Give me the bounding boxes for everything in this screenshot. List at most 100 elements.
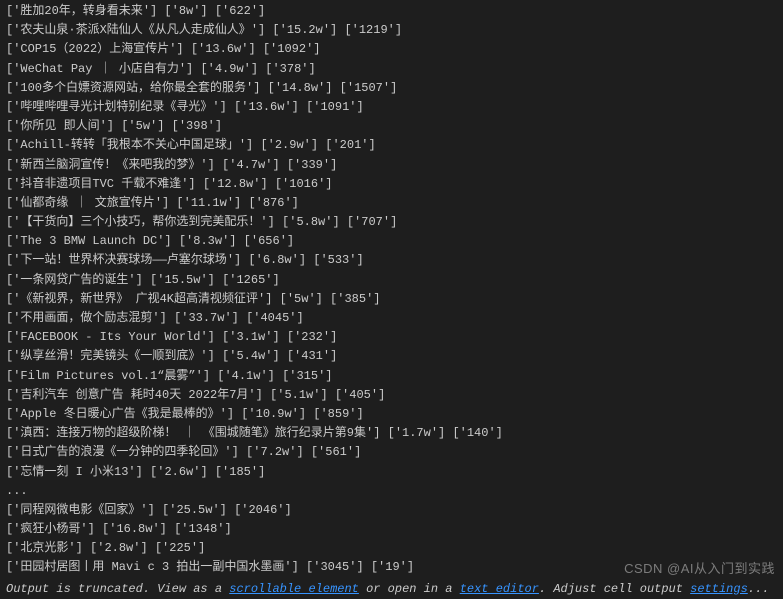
settings-link[interactable]: settings	[690, 582, 748, 596]
title-cell: Film Pictures vol.1“晨雾”	[6, 369, 210, 383]
count-cell: 561	[311, 445, 361, 459]
output-row: 日式广告的浪漫《一分钟的四季轮回》 7.2w 561	[6, 443, 783, 462]
count-cell: 225	[155, 541, 205, 555]
trunc-suf2: ...	[748, 582, 770, 596]
title-cell: 纵享丝滑！完美镜头《一顺到底》	[6, 349, 215, 363]
title-cell: 胜加20年，转身看未来	[6, 4, 157, 18]
output-row: 不用画面，做个励志混剪 33.7w 4045	[6, 309, 783, 328]
title-cell: 疯狂小杨哥	[6, 522, 95, 536]
output-row: Achill-转转「我根本不关心中国足球」 2.9w 201	[6, 136, 783, 155]
count-cell: 405	[335, 388, 385, 402]
count-cell: 1091	[306, 100, 364, 114]
cell-output: 胜加20年，转身看未来 8w 622农夫山泉·茶派X陆仙人《从凡人走成仙人》 1…	[6, 2, 783, 578]
title-cell: 日式广告的浪漫《一分钟的四季轮回》	[6, 445, 239, 459]
title-cell: Apple 冬日暖心广告《我是最棒的》	[6, 407, 234, 421]
count-cell: 385	[330, 292, 380, 306]
count-cell: 1016	[275, 177, 333, 191]
output-row: 胜加20年，转身看未来 8w 622	[6, 2, 783, 21]
views-cell: 15.2w	[272, 23, 337, 37]
views-cell: 2.8w	[90, 541, 148, 555]
title-cell: 仙都奇缘 ｜ 文旅宣传片	[6, 196, 169, 210]
count-cell: 4045	[246, 311, 304, 325]
views-cell: 3.1w	[222, 330, 280, 344]
views-cell: 25.5w	[162, 503, 227, 517]
count-cell: 185	[215, 465, 265, 479]
title-cell: 《新视界，新世界》 广视4K超高清视频征评	[6, 292, 272, 306]
output-row: 你所见 即人间 5w 398	[6, 117, 783, 136]
views-cell: 13.6w	[234, 100, 299, 114]
views-cell: 8.3w	[179, 234, 237, 248]
title-cell: 滇西：连接万物的超级阶梯！ ｜ 《围城随笔》旅行纪录片第9集	[6, 426, 380, 440]
count-cell: 1348	[174, 522, 232, 536]
output-row: 100多个白嫖资源网站，给你最全套的服务 14.8w 1507	[6, 79, 783, 98]
count-cell: 2046	[234, 503, 292, 517]
title-cell: COP15（2022）上海宣传片	[6, 42, 184, 56]
output-row: 抖音非遗项目TVC 千载不难逢 12.8w 1016	[6, 175, 783, 194]
title-cell: Achill-转转「我根本不关心中国足球」	[6, 138, 253, 152]
title-cell: 忘情一刻 I 小米13	[6, 465, 143, 479]
views-cell: 13.6w	[191, 42, 256, 56]
views-cell: 4.7w	[222, 158, 280, 172]
trunc-mid: or open in a	[359, 582, 460, 596]
count-cell: 622	[215, 4, 265, 18]
views-cell: 5w	[280, 292, 323, 306]
output-row: 同程网微电影《回家》 25.5w 2046	[6, 501, 783, 520]
count-cell: 232	[287, 330, 337, 344]
views-cell: 5.8w	[282, 215, 340, 229]
output-row: Apple 冬日暖心广告《我是最棒的》 10.9w 859	[6, 405, 783, 424]
count-cell: 1219	[344, 23, 402, 37]
views-cell: 10.9w	[241, 407, 306, 421]
title-cell: 北京光影	[6, 541, 83, 555]
output-row: 新西兰脑洞宣传！《来吧我的梦》 4.7w 339	[6, 156, 783, 175]
output-row: Film Pictures vol.1“晨雾” 4.1w 315	[6, 367, 783, 386]
title-cell: 同程网微电影《回家》	[6, 503, 155, 517]
scrollable-link[interactable]: scrollable element	[229, 582, 359, 596]
output-row: 田园村居图丨用 Mavi c 3 拍出一副中国水墨画 3045 19	[6, 558, 783, 577]
title-cell: 【干货向】三个小技巧，帮你选到完美配乐！	[6, 215, 275, 229]
views-cell: 15.5w	[150, 273, 215, 287]
output-row: 吉利汽车 创意广告 耗时40天 2022年7月 5.1w 405	[6, 386, 783, 405]
title-cell: 农夫山泉·茶派X陆仙人《从凡人走成仙人》	[6, 23, 265, 37]
title-cell: 下一站！世界杯决赛球场——卢塞尔球场	[6, 253, 241, 267]
count-cell: 140	[452, 426, 502, 440]
count-cell: 398	[172, 119, 222, 133]
output-row: 仙都奇缘 ｜ 文旅宣传片 11.1w 876	[6, 194, 783, 213]
views-cell: 14.8w	[268, 81, 333, 95]
count-cell: 339	[287, 158, 337, 172]
views-cell: 5.1w	[270, 388, 328, 402]
views-cell: 4.9w	[200, 62, 258, 76]
output-row: The 3 BMW Launch DC 8.3w 656	[6, 232, 783, 251]
count-cell: 533	[313, 253, 363, 267]
count-cell: 378	[265, 62, 315, 76]
views-cell: 11.1w	[176, 196, 241, 210]
views-cell: 12.8w	[203, 177, 268, 191]
title-cell: 你所见 即人间	[6, 119, 114, 133]
views-cell: 33.7w	[174, 311, 239, 325]
title-cell: 新西兰脑洞宣传！《来吧我的梦》	[6, 158, 215, 172]
count-cell: 859	[313, 407, 363, 421]
trunc-prefix: Output is truncated. View as a	[6, 582, 229, 596]
output-row: 纵享丝滑！完美镜头《一顺到底》 5.4w 431	[6, 347, 783, 366]
views-cell: 5w	[121, 119, 164, 133]
output-row: 哔哩哔哩寻光计划特别纪录《寻光》 13.6w 1091	[6, 98, 783, 117]
count-cell: 1265	[222, 273, 280, 287]
output-row: 一条网贷广告的诞生 15.5w 1265	[6, 271, 783, 290]
title-cell: 哔哩哔哩寻光计划特别纪录《寻光》	[6, 100, 227, 114]
output-row: WeChat Pay ｜ 小店自有力 4.9w 378	[6, 60, 783, 79]
output-row: 农夫山泉·茶派X陆仙人《从凡人走成仙人》 15.2w 1219	[6, 21, 783, 40]
truncation-notice: Output is truncated. View as a scrollabl…	[6, 580, 783, 599]
count-cell: 431	[287, 349, 337, 363]
text-editor-link[interactable]: text editor	[460, 582, 539, 596]
title-cell: 100多个白嫖资源网站，给你最全套的服务	[6, 81, 260, 95]
title-cell: 吉利汽车 创意广告 耗时40天 2022年7月	[6, 388, 263, 402]
output-row: 忘情一刻 I 小米13 2.6w 185	[6, 463, 783, 482]
title-cell: The 3 BMW Launch DC	[6, 234, 172, 248]
views-cell: 6.8w	[248, 253, 306, 267]
count-cell: 656	[244, 234, 294, 248]
views-cell: 1.7w	[388, 426, 446, 440]
count-cell: 707	[347, 215, 397, 229]
views-cell: 2.6w	[150, 465, 208, 479]
output-row: 《新视界，新世界》 广视4K超高清视频征评 5w 385	[6, 290, 783, 309]
count-cell: 1092	[263, 42, 321, 56]
views-cell: 3045	[306, 560, 364, 574]
